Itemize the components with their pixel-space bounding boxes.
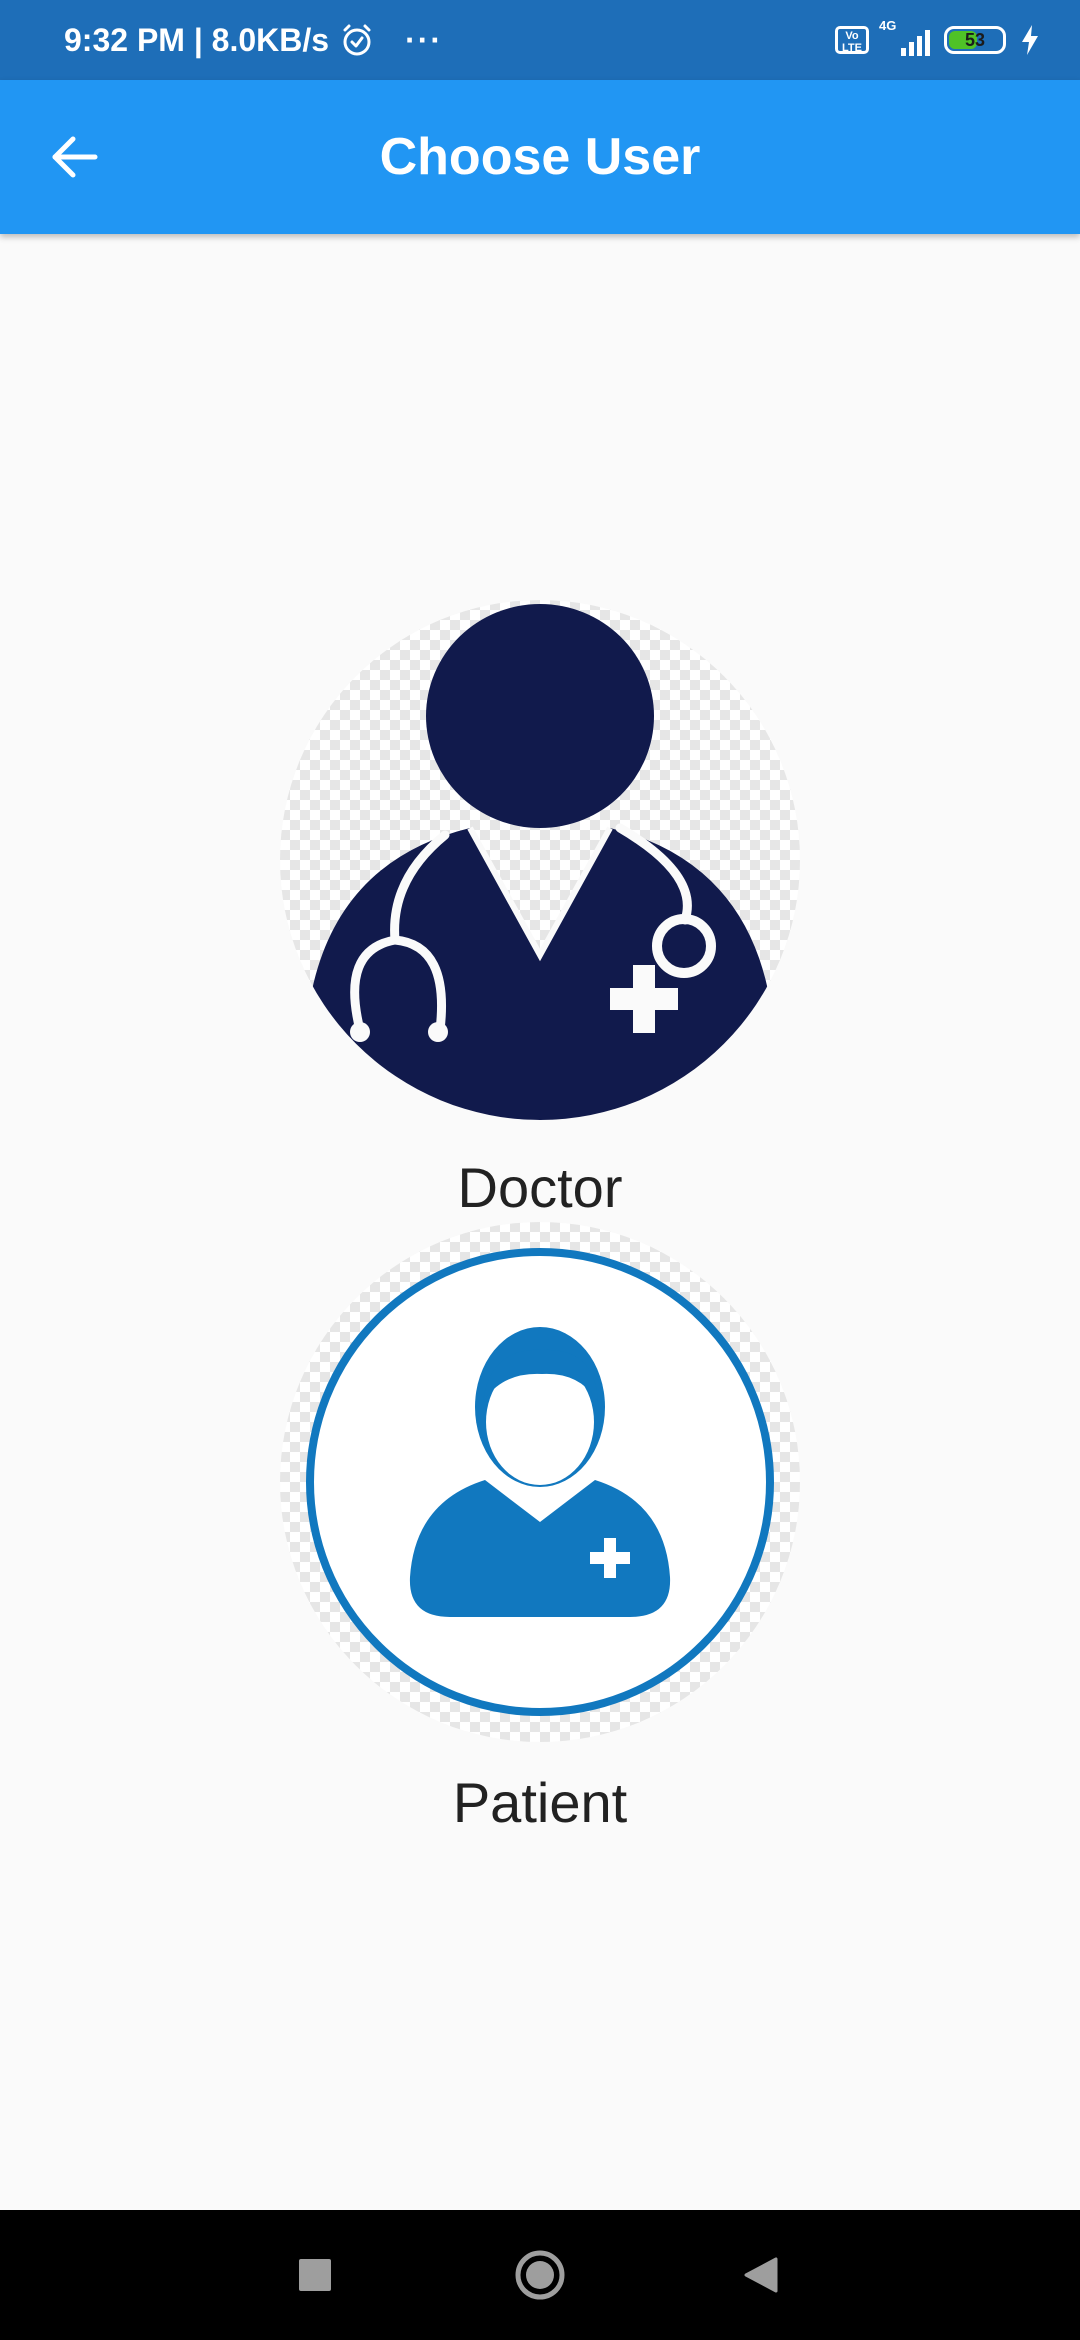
back-triangle-icon xyxy=(744,2257,778,2293)
patient-avatar-icon xyxy=(306,1248,774,1716)
signal-icon: 4G xyxy=(879,18,930,56)
status-bar: 9:32 PM | 8.0KB/s ··· Vo LTE 4G 53 xyxy=(0,0,1080,80)
doctor-option[interactable]: Doctor xyxy=(0,600,1080,1220)
system-back-button[interactable] xyxy=(700,2210,820,2340)
page-title: Choose User xyxy=(379,128,701,186)
home-button[interactable] xyxy=(480,2210,600,2340)
status-time-speed: 9:32 PM | 8.0KB/s xyxy=(64,21,330,58)
status-left: 9:32 PM | 8.0KB/s ··· xyxy=(64,0,443,80)
status-right: Vo LTE 4G 53 xyxy=(835,0,1040,80)
recents-button[interactable] xyxy=(255,2210,375,2340)
navigation-bar xyxy=(0,2210,1080,2340)
doctor-avatar-icon xyxy=(312,604,768,1120)
alarm-icon xyxy=(339,22,375,58)
volte-icon: Vo LTE xyxy=(835,26,869,54)
patient-avatar[interactable] xyxy=(280,1222,800,1742)
doctor-avatar[interactable] xyxy=(280,600,800,1120)
app-bar: Choose User xyxy=(0,80,1080,234)
patient-label[interactable]: Patient xyxy=(0,1770,1080,1835)
doctor-label[interactable]: Doctor xyxy=(0,1155,1080,1220)
recents-square-icon xyxy=(299,2259,331,2291)
network-type-label: 4G xyxy=(879,18,897,33)
home-circle-icon xyxy=(515,2250,565,2300)
more-notifications-indicator: ··· xyxy=(405,21,444,58)
battery-icon: 53 xyxy=(944,26,1006,54)
patient-option[interactable]: Patient xyxy=(0,1222,1080,1842)
charging-icon xyxy=(1020,25,1040,55)
battery-percent: 53 xyxy=(964,30,986,50)
